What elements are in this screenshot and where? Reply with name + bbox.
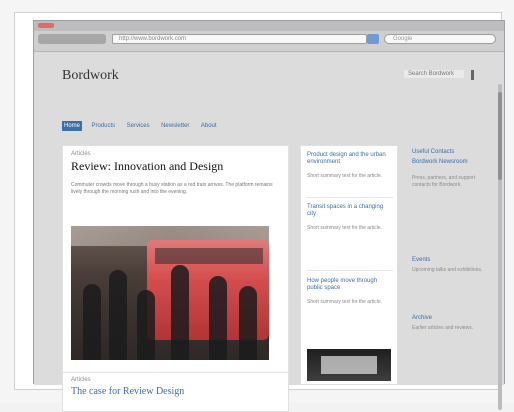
scrollbar-thumb[interactable]	[498, 92, 502, 180]
lead-article-card[interactable]: Articles Review: Innovation and Design C…	[62, 145, 289, 385]
site-navigation: Home Products Services Newsletter About	[62, 114, 222, 131]
bookmark-icon[interactable]	[367, 34, 379, 44]
commuter-figure	[171, 265, 189, 360]
lead-lede: Commuter crowds move through a busy stat…	[71, 182, 273, 195]
sidebar-title-4[interactable]: Archive	[412, 315, 488, 322]
screenshot-background: http://www.bordwork.com Google Bordwork …	[0, 0, 514, 412]
commuter-figure	[137, 290, 155, 360]
address-text: http://www.bordwork.com	[119, 36, 187, 42]
sidebar-text-1: Press, partners, and support contacts fo…	[412, 175, 476, 188]
nav-about[interactable]: About	[199, 121, 219, 131]
sidebar-text-3: Earlier articles and reviews.	[412, 325, 474, 331]
browser-toolbar: http://www.bordwork.com Google	[34, 21, 504, 52]
middle-item-title-2[interactable]: Transit spaces in a changing city	[307, 204, 391, 218]
train-windows	[155, 248, 263, 264]
middle-item-title-3[interactable]: How people move through public space	[307, 278, 391, 292]
thumbnail-image[interactable]	[307, 349, 391, 381]
lead-kicker: Articles	[71, 151, 91, 157]
menu-icon[interactable]	[471, 70, 474, 80]
right-sidebar: Useful Contacts Bordwork Newsroom Press,…	[412, 145, 488, 385]
browser-window: http://www.bordwork.com Google Bordwork …	[33, 20, 505, 412]
secondary-title[interactable]: The case for Review Design	[71, 386, 184, 397]
middle-divider	[307, 270, 393, 271]
search-placeholder: Google	[393, 36, 413, 42]
site-logo[interactable]: Bordwork	[62, 68, 119, 84]
sidebar-title-1[interactable]: Useful Contacts	[412, 149, 488, 156]
sidebar-title-3[interactable]: Events	[412, 257, 488, 264]
middle-item-text-2: Short summary text for the article.	[307, 225, 383, 231]
nav-newsletter[interactable]: Newsletter	[159, 121, 191, 131]
middle-divider	[307, 197, 393, 198]
commuter-figure	[109, 270, 127, 360]
commuter-figure	[209, 276, 227, 360]
secondary-article-card[interactable]: Articles The case for Review Design	[62, 372, 289, 412]
commuter-figure	[83, 284, 101, 360]
nav-products[interactable]: Products	[89, 121, 117, 131]
middle-column: Product design and the urban environment…	[300, 145, 398, 385]
sidebar-text-2: Upcoming talks and exhibitions.	[412, 267, 483, 273]
address-bar[interactable]: http://www.bordwork.com	[112, 34, 367, 44]
lead-photo[interactable]	[71, 226, 269, 360]
browser-search-field[interactable]: Google	[384, 34, 496, 44]
window-controls[interactable]	[38, 23, 54, 28]
nav-home[interactable]: Home	[62, 121, 83, 131]
middle-item-title-1[interactable]: Product design and the urban environment	[307, 152, 391, 166]
commuter-figure	[239, 286, 257, 360]
secondary-kicker: Articles	[71, 377, 91, 383]
site-search-label: Search Bordwork	[408, 71, 455, 77]
sidebar-title-2[interactable]: Bordwork Newsroom	[412, 159, 488, 166]
browser-tabs[interactable]	[38, 34, 106, 44]
nav-services[interactable]: Services	[125, 121, 152, 131]
lead-headline[interactable]: Review: Innovation and Design	[71, 160, 271, 173]
middle-item-text-1: Short summary text for the article.	[307, 173, 383, 179]
web-page: Bordwork Search Bordwork Home Products S…	[34, 52, 504, 412]
middle-item-text-3: Short summary text for the article.	[307, 299, 383, 305]
title-bar	[34, 21, 504, 31]
site-search[interactable]: Search Bordwork	[404, 70, 464, 78]
